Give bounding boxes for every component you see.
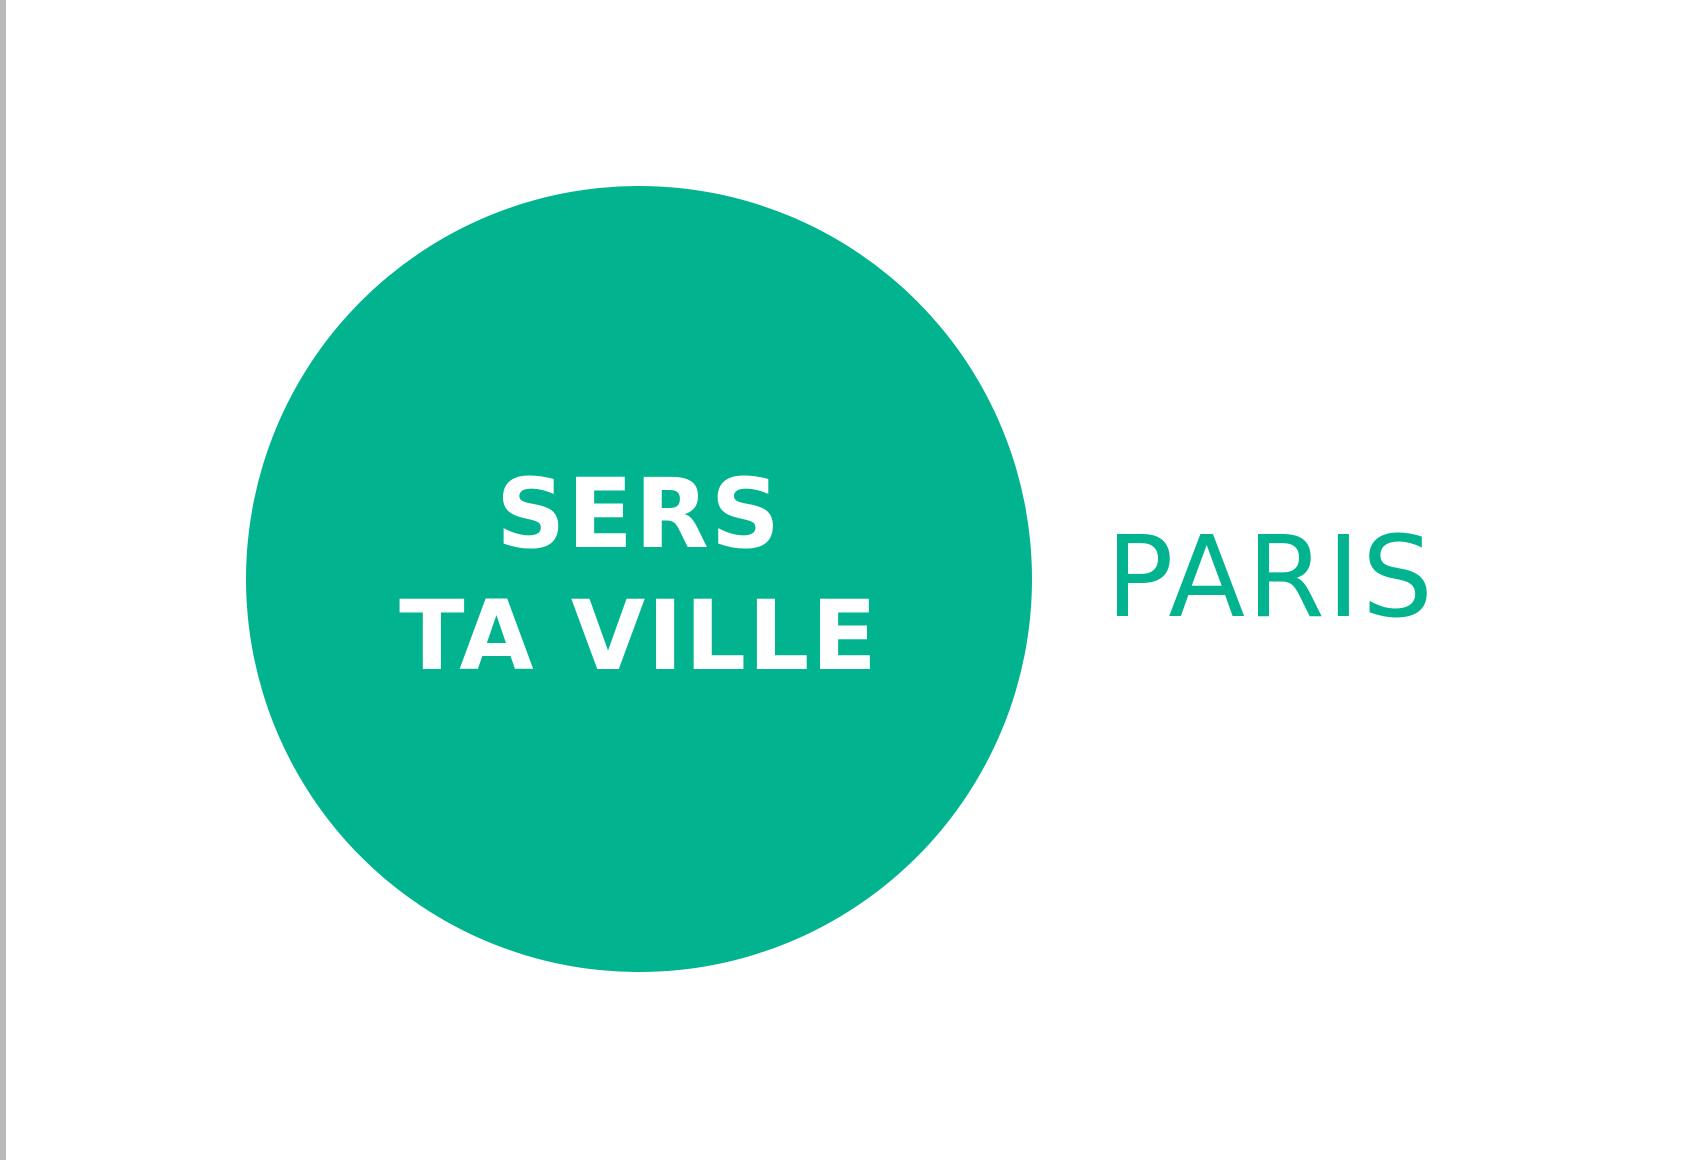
left-edge-border bbox=[0, 0, 6, 1160]
logo-city-paris: PARIS bbox=[1106, 513, 1435, 643]
logo-line-sers: SERS bbox=[496, 458, 782, 570]
logo-line-ta-ville: TA VILLE bbox=[399, 580, 879, 692]
logo-canvas: SERS TA VILLE PARIS bbox=[0, 0, 1704, 1160]
logo-circle-text: SERS TA VILLE bbox=[246, 186, 1032, 972]
